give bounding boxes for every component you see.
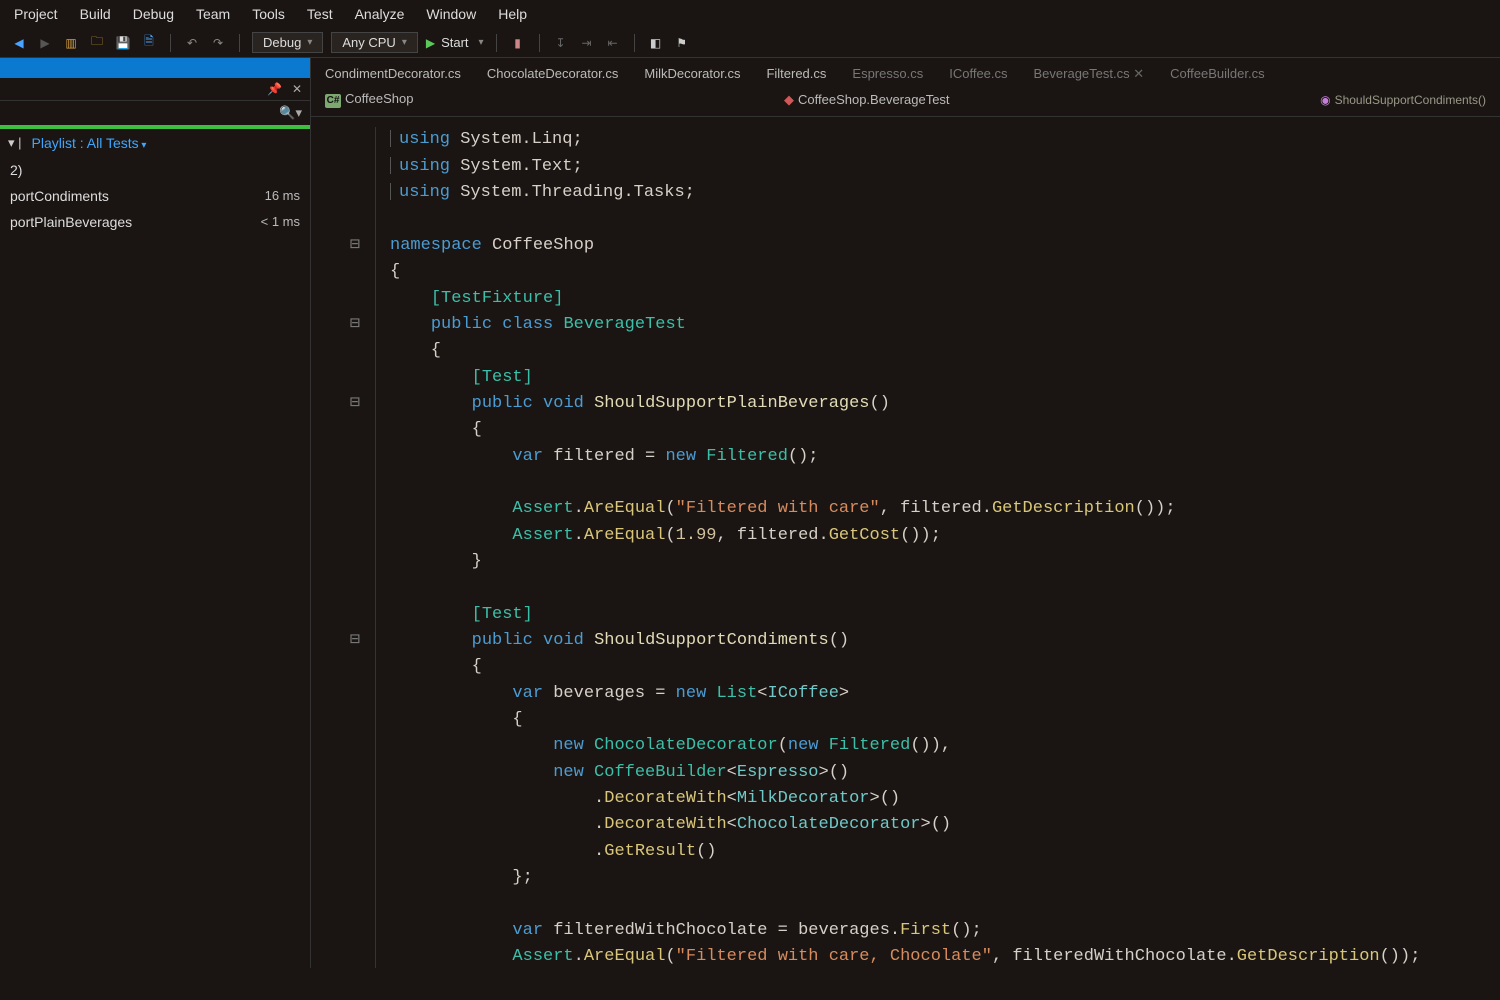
- test-row-plain-beverages[interactable]: portPlainBeverages < 1 ms: [6, 209, 304, 235]
- editor-area: CondimentDecorator.cs ChocolateDecorator…: [311, 58, 1500, 968]
- search-icon[interactable]: 🔍▾: [279, 105, 302, 121]
- test-duration: 16 ms: [265, 188, 300, 204]
- code-editor[interactable]: using System.Linq; using System.Text; us…: [311, 117, 1500, 968]
- tab-espresso[interactable]: Espresso.cs: [852, 66, 923, 81]
- test-search-row: 🔍▾: [0, 101, 310, 129]
- menu-analyze[interactable]: Analyze: [355, 6, 405, 22]
- nav-back-icon[interactable]: ◀: [10, 34, 28, 52]
- menu-window[interactable]: Window: [426, 6, 476, 22]
- test-row-condiments[interactable]: portCondiments 16 ms: [6, 183, 304, 209]
- platform-dropdown[interactable]: Any CPU: [331, 32, 418, 53]
- panel-title-bar[interactable]: [0, 58, 310, 78]
- flag-icon[interactable]: ⚑: [673, 34, 691, 52]
- tab-filtered[interactable]: Filtered.cs: [766, 66, 826, 81]
- open-icon[interactable]: 🗀: [88, 34, 106, 52]
- playlist-dropdown[interactable]: Playlist : All Tests: [32, 135, 147, 151]
- menu-project[interactable]: Project: [14, 6, 58, 22]
- method-icon: ◉: [1320, 93, 1330, 107]
- crumb-class[interactable]: ◆CoffeeShop.BeverageTest: [784, 92, 950, 108]
- crumb-namespace[interactable]: C#CoffeeShop: [325, 91, 413, 108]
- start-button[interactable]: ▶Start▾: [426, 35, 484, 50]
- tab-coffee-builder[interactable]: CoffeeBuilder.cs: [1170, 66, 1264, 81]
- save-icon[interactable]: 💾: [114, 34, 132, 52]
- class-icon: ◆: [784, 92, 794, 107]
- step-icon-2[interactable]: ⇥: [578, 34, 596, 52]
- new-file-icon[interactable]: ▥: [62, 34, 80, 52]
- test-group-row[interactable]: 2): [6, 157, 304, 183]
- tab-chocolate-decorator[interactable]: ChocolateDecorator.cs: [487, 66, 619, 81]
- step-icon-1[interactable]: ↧: [552, 34, 570, 52]
- step-icon-3[interactable]: ⇤: [604, 34, 622, 52]
- toolbar-icon-a[interactable]: ▮: [509, 34, 527, 52]
- crumb-method[interactable]: ◉ShouldSupportCondiments(): [1320, 93, 1486, 107]
- tab-icoffee[interactable]: ICoffee.cs: [949, 66, 1007, 81]
- close-panel-icon[interactable]: ✕: [292, 82, 302, 96]
- config-dropdown[interactable]: Debug: [252, 32, 323, 53]
- tab-beverage-test[interactable]: BeverageTest.cs ✕: [1034, 66, 1145, 81]
- redo-icon[interactable]: ↷: [209, 34, 227, 52]
- test-list: 2) portCondiments 16 ms portPlainBeverag…: [0, 157, 310, 235]
- nav-fwd-icon[interactable]: ▶: [36, 34, 54, 52]
- menu-build[interactable]: Build: [80, 6, 111, 22]
- menu-test[interactable]: Test: [307, 6, 333, 22]
- tab-milk-decorator[interactable]: MilkDecorator.cs: [644, 66, 740, 81]
- undo-icon[interactable]: ↶: [183, 34, 201, 52]
- filter-icon[interactable]: ▾ |: [8, 135, 22, 151]
- breadcrumb-bar: C#CoffeeShop ◆CoffeeShop.BeverageTest ◉S…: [311, 87, 1500, 117]
- menu-help[interactable]: Help: [498, 6, 527, 22]
- test-explorer-panel: 📌 ✕ 🔍▾ ▾ | Playlist : All Tests 2) portC…: [0, 58, 311, 968]
- menu-team[interactable]: Team: [196, 6, 230, 22]
- test-duration: < 1 ms: [261, 214, 300, 230]
- tab-condiment-decorator[interactable]: CondimentDecorator.cs: [325, 66, 461, 81]
- play-icon: ▶: [426, 36, 435, 50]
- main-toolbar: ◀ ▶ ▥ 🗀 💾 🗎 ↶ ↷ Debug Any CPU ▶Start▾ ▮ …: [0, 28, 1500, 58]
- menu-debug[interactable]: Debug: [133, 6, 174, 22]
- bookmark-icon[interactable]: ◧: [647, 34, 665, 52]
- save-all-icon[interactable]: 🗎: [140, 34, 158, 52]
- document-tabs: CondimentDecorator.cs ChocolateDecorator…: [311, 58, 1500, 87]
- pin-icon[interactable]: 📌: [267, 82, 282, 96]
- menu-tools[interactable]: Tools: [252, 6, 285, 22]
- menu-bar: Project Build Debug Team Tools Test Anal…: [0, 0, 1500, 28]
- csharp-icon: C#: [325, 94, 341, 108]
